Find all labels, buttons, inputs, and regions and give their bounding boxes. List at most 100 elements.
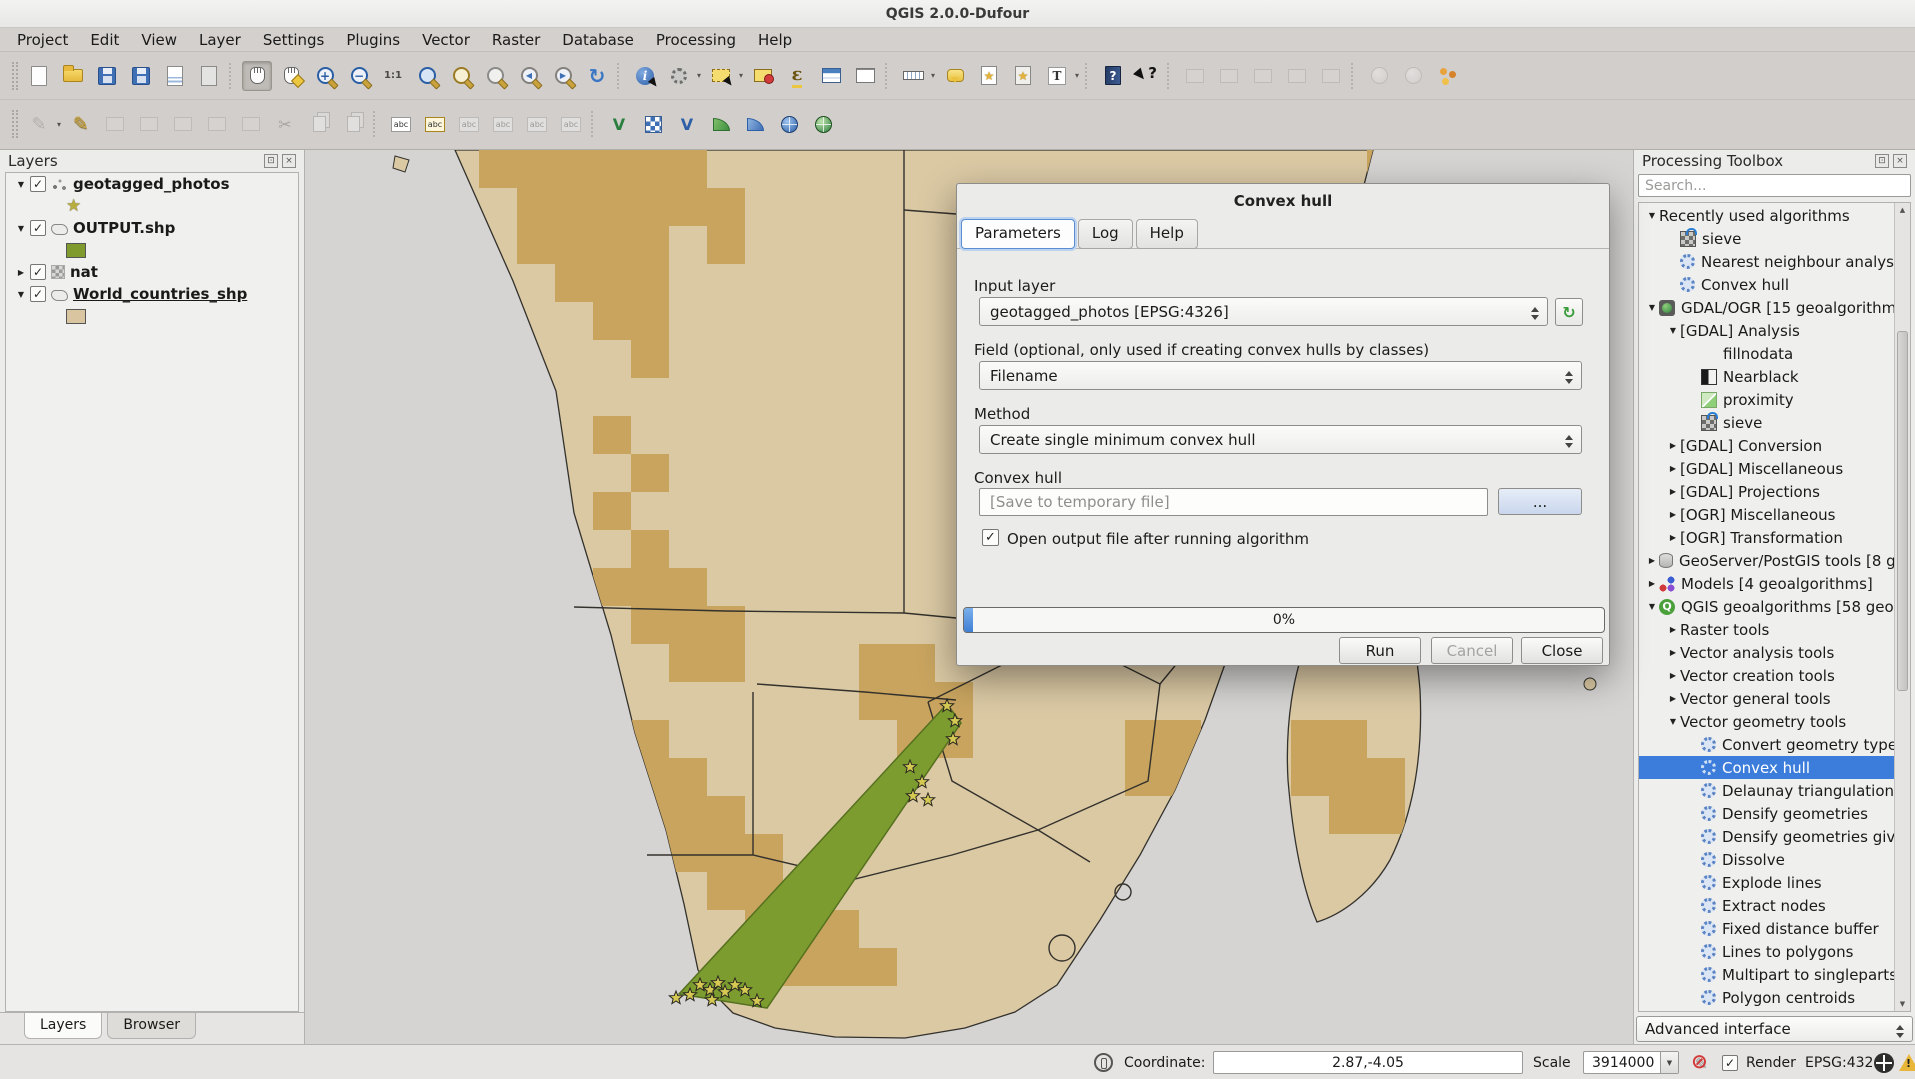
run-feature-action-dropdown-icon[interactable]: ▾ bbox=[694, 71, 704, 80]
tree-expander-icon[interactable]: ▼ bbox=[1666, 717, 1680, 726]
layer-visibility-checkbox[interactable]: ✓ bbox=[30, 176, 46, 192]
open-output-checkbox[interactable]: ✓ bbox=[982, 529, 999, 546]
coordinate-input[interactable]: 2.87,-4.05 bbox=[1213, 1051, 1523, 1074]
paste-features-icon[interactable] bbox=[338, 109, 368, 139]
label-tool-4-icon[interactable]: abc bbox=[556, 109, 586, 139]
toolbox-item-sieve[interactable]: sieve bbox=[1639, 227, 1894, 250]
spinner-icon[interactable] bbox=[1891, 1020, 1909, 1038]
menu-database[interactable]: Database bbox=[551, 29, 645, 51]
tree-expander-icon[interactable]: ▶ bbox=[1666, 441, 1680, 450]
deselect-features-icon[interactable] bbox=[748, 61, 778, 91]
layer-row-nat[interactable]: ▶✓nat bbox=[6, 261, 298, 283]
tree-expander-icon[interactable]: ▶ bbox=[1666, 464, 1680, 473]
copy-features-icon[interactable] bbox=[304, 109, 334, 139]
menu-project[interactable]: Project bbox=[6, 29, 79, 51]
densify-tool-icon[interactable]: V bbox=[672, 109, 702, 139]
zoom-full-icon[interactable] bbox=[412, 61, 442, 91]
stop-rendering-icon[interactable]: ✎⊘ bbox=[1691, 1051, 1715, 1075]
current-edits-dropdown-icon[interactable]: ▾ bbox=[54, 120, 64, 129]
layer-name[interactable]: geotagged_photos bbox=[73, 175, 230, 193]
label-tool-1-icon[interactable]: abc bbox=[454, 109, 484, 139]
current-edits-icon[interactable]: ✎ bbox=[24, 109, 54, 139]
zoom-in-icon[interactable]: + bbox=[310, 61, 340, 91]
toolbox-item-nearest-neighbour-analysis[interactable]: Nearest neighbour analysis bbox=[1639, 250, 1894, 273]
scale-combo[interactable]: 3914000 ▼ bbox=[1583, 1051, 1679, 1074]
scrollbar-thumb[interactable] bbox=[1897, 331, 1908, 691]
globe-plugin-icon[interactable] bbox=[774, 109, 804, 139]
menu-layer[interactable]: Layer bbox=[188, 29, 252, 51]
pan-to-selection-icon[interactable] bbox=[276, 61, 306, 91]
iterate-layer-button[interactable]: ↻ bbox=[1555, 298, 1583, 326]
toolbox-item-qgis-geoalgorithms-58-geoalg[interactable]: ▼QGIS geoalgorithms [58 geoalg... bbox=[1639, 595, 1894, 618]
node-tool-icon[interactable] bbox=[202, 109, 232, 139]
toolbox-item-gdal-projections[interactable]: ▶[GDAL] Projections bbox=[1639, 480, 1894, 503]
toggle-editing-icon[interactable]: ✎ bbox=[66, 109, 96, 139]
menu-plugins[interactable]: Plugins bbox=[335, 29, 411, 51]
cancel-button[interactable]: Cancel bbox=[1431, 637, 1513, 664]
tree-expander-icon[interactable]: ▼ bbox=[1645, 211, 1659, 220]
float-panel-icon[interactable]: ⊡ bbox=[1875, 154, 1889, 168]
run-button[interactable]: Run bbox=[1339, 637, 1421, 664]
toolbox-item-densify-geometries[interactable]: Densify geometries bbox=[1639, 802, 1894, 825]
toolbox-item-convex-hull[interactable]: Convex hull bbox=[1639, 756, 1894, 779]
input-layer-select[interactable]: geotagged_photos [EPSG:4326] bbox=[979, 297, 1548, 326]
new-bookmark-icon[interactable]: ★ bbox=[974, 61, 1004, 91]
move-feature-icon[interactable] bbox=[168, 109, 198, 139]
tree-expander-icon[interactable]: ▶ bbox=[1666, 671, 1680, 680]
toolbox-item-nearblack[interactable]: Nearblack bbox=[1639, 365, 1894, 388]
layer-visibility-checkbox[interactable]: ✓ bbox=[30, 286, 46, 302]
cut-features-icon[interactable]: ✂ bbox=[270, 109, 300, 139]
layer-row-OUTPUT.shp[interactable]: ▼✓OUTPUT.shp bbox=[6, 217, 298, 239]
layer-expander-icon[interactable]: ▼ bbox=[14, 290, 28, 299]
tree-expander-icon[interactable]: ▶ bbox=[1666, 625, 1680, 634]
label-tool-2-icon[interactable]: abc bbox=[488, 109, 518, 139]
float-panel-icon[interactable]: ⊡ bbox=[264, 154, 278, 168]
label-properties-icon[interactable] bbox=[1316, 61, 1346, 91]
tab-browser[interactable]: Browser bbox=[107, 1013, 196, 1039]
tree-expander-icon[interactable]: ▶ bbox=[1666, 510, 1680, 519]
zoom-native-icon[interactable]: 1:1 bbox=[378, 61, 408, 91]
render-checkbox[interactable]: ✓ bbox=[1722, 1055, 1738, 1071]
label-options-icon[interactable]: abc bbox=[420, 109, 450, 139]
toolbar-grip[interactable] bbox=[12, 110, 18, 138]
layer-name[interactable]: World_countries_shp bbox=[73, 285, 247, 303]
tree-expander-icon[interactable]: ▼ bbox=[1666, 326, 1680, 335]
toolbox-item-explode-lines[interactable]: Explode lines bbox=[1639, 871, 1894, 894]
tree-expander-icon[interactable]: ▼ bbox=[1645, 602, 1659, 611]
save-project-icon[interactable] bbox=[92, 61, 122, 91]
field-calculator-icon[interactable] bbox=[850, 61, 880, 91]
toolbox-item-multipart-to-singleparts[interactable]: Multipart to singleparts bbox=[1639, 963, 1894, 986]
tree-expander-icon[interactable]: ▶ bbox=[1666, 533, 1680, 542]
menu-settings[interactable]: Settings bbox=[252, 29, 336, 51]
toolbox-item-vector-general-tools[interactable]: ▶Vector general tools bbox=[1639, 687, 1894, 710]
toolbox-item-raster-tools[interactable]: ▶Raster tools bbox=[1639, 618, 1894, 641]
new-project-icon[interactable] bbox=[24, 61, 54, 91]
layer-name[interactable]: nat bbox=[70, 263, 98, 281]
scroll-up-icon[interactable]: ▲ bbox=[1895, 203, 1910, 217]
simplify-tool-icon[interactable]: V bbox=[604, 109, 634, 139]
tree-expander-icon[interactable]: ▶ bbox=[1645, 556, 1659, 565]
save-layer-edits-icon[interactable] bbox=[100, 109, 130, 139]
browse-button[interactable]: ... bbox=[1498, 488, 1582, 515]
select-by-expression-icon[interactable]: ε bbox=[782, 61, 812, 91]
delete-selected-icon[interactable] bbox=[236, 109, 266, 139]
select-features-dropdown-icon[interactable]: ▾ bbox=[736, 71, 746, 80]
field-select[interactable]: Filename bbox=[979, 361, 1582, 390]
layer-visibility-checkbox[interactable]: ✓ bbox=[30, 264, 46, 280]
tree-expander-icon[interactable]: ▶ bbox=[1666, 694, 1680, 703]
menu-raster[interactable]: Raster bbox=[481, 29, 551, 51]
toolbox-item-gdal-conversion[interactable]: ▶[GDAL] Conversion bbox=[1639, 434, 1894, 457]
web-plugin-icon[interactable] bbox=[808, 109, 838, 139]
dropdown-arrow-icon[interactable]: ▼ bbox=[1660, 1052, 1678, 1073]
tree-expander-icon[interactable]: ▶ bbox=[1666, 648, 1680, 657]
help-contents-icon[interactable]: ? bbox=[1098, 61, 1128, 91]
close-panel-icon[interactable]: × bbox=[1893, 154, 1907, 168]
toolbox-item-convex-hull[interactable]: Convex hull bbox=[1639, 273, 1894, 296]
layer-row-geotagged_photos[interactable]: ▼✓ geotagged_photos bbox=[6, 173, 298, 195]
new-print-composer-icon[interactable] bbox=[160, 61, 190, 91]
toolbox-item-gdal-ogr-15-geoalgorithms[interactable]: ▼GDAL/OGR [15 geoalgorithms] bbox=[1639, 296, 1894, 319]
menu-vector[interactable]: Vector bbox=[411, 29, 481, 51]
tab-help[interactable]: Help bbox=[1136, 219, 1198, 249]
toolbox-item-extract-nodes[interactable]: Extract nodes bbox=[1639, 894, 1894, 917]
layer-expander-icon[interactable]: ▼ bbox=[14, 180, 28, 189]
